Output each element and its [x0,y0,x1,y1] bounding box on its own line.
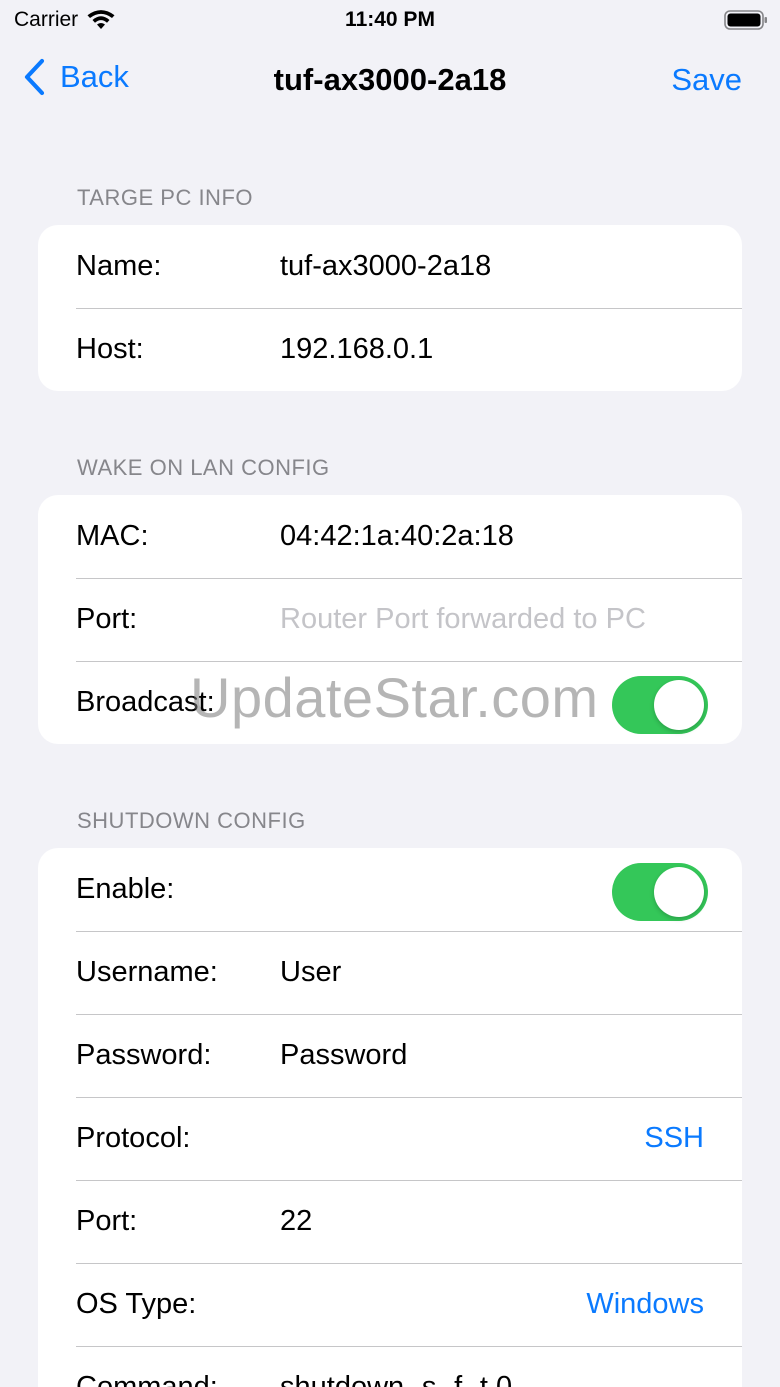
name-row: Name: tuf-ax3000-2a18 [38,225,742,308]
protocol-row[interactable]: Protocol: SSH [38,1097,742,1180]
username-row: Username: User [38,931,742,1014]
status-time: 11:40 PM [345,8,435,31]
protocol-select[interactable]: SSH [644,1097,704,1180]
battery-icon [724,10,767,30]
password-label: Password: [76,1039,212,1071]
shutdown-port-field[interactable]: 22 [280,1180,312,1263]
os-type-row[interactable]: OS Type: Windows [38,1263,742,1346]
section-header-wol: WAKE ON LAN CONFIG [77,455,330,480]
section-header-target: TARGE PC INFO [77,185,253,210]
mac-label: MAC: [76,520,149,552]
name-label: Name: [76,250,162,282]
target-pc-card: Name: tuf-ax3000-2a18 Host: 192.168.0.1 [38,225,742,391]
password-row: Password: Password [38,1014,742,1097]
chevron-left-icon [24,58,45,96]
status-bar: Carrier 11:40 PM [0,0,780,40]
shutdown-card: Enable: Username: User Password: Passwor… [38,848,742,1387]
shutdown-port-label: Port: [76,1205,138,1237]
back-label: Back [60,59,129,94]
command-row: Command: shutdown -s -f -t 0 [38,1346,742,1387]
username-label: Username: [76,956,218,988]
screen: Carrier 11:40 PM Back tuf-ax3000-2a18 Sa… [0,0,780,1387]
shutdown-port-row: Port: 22 [38,1180,742,1263]
toggle-knob [654,680,704,730]
enable-label: Enable: [76,873,175,905]
mac-row: MAC: 04:42:1a:40:2a:18 [38,495,742,578]
password-field[interactable]: Password [280,1014,407,1097]
navigation-bar: Back tuf-ax3000-2a18 Save [0,44,780,116]
section-header-shutdown: SHUTDOWN CONFIG [77,808,306,833]
name-field[interactable]: tuf-ax3000-2a18 [280,225,491,308]
wol-port-input[interactable] [280,578,720,661]
protocol-label: Protocol: [76,1122,191,1154]
enable-toggle[interactable] [612,863,708,921]
wol-port-row: Port: [38,578,742,661]
broadcast-label: Broadcast: [76,686,215,718]
broadcast-row: Broadcast: [38,661,742,744]
mac-field[interactable]: 04:42:1a:40:2a:18 [280,495,514,578]
back-button[interactable]: Back [22,58,129,96]
wol-card: MAC: 04:42:1a:40:2a:18 Port: Broadcast: [38,495,742,744]
os-type-label: OS Type: [76,1288,197,1320]
command-field[interactable]: shutdown -s -f -t 0 [280,1346,512,1387]
toggle-knob [654,867,704,917]
wol-port-label: Port: [76,603,138,635]
save-button[interactable]: Save [671,62,742,98]
host-row: Host: 192.168.0.1 [38,308,742,391]
enable-row: Enable: [38,848,742,931]
broadcast-toggle[interactable] [612,676,708,734]
username-field[interactable]: User [280,931,341,1014]
host-field[interactable]: 192.168.0.1 [280,308,433,391]
command-label: Command: [76,1371,218,1387]
host-label: Host: [76,333,144,365]
os-type-select[interactable]: Windows [586,1263,704,1346]
